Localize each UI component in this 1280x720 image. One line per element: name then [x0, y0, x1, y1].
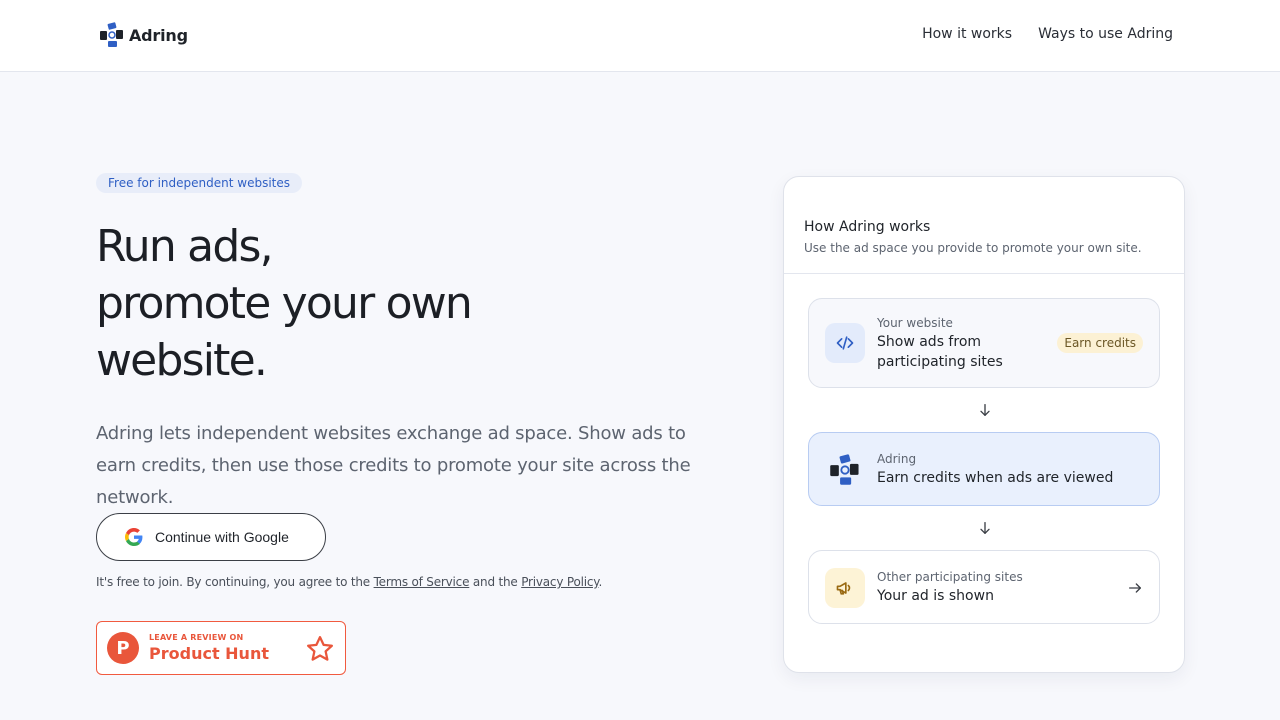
adring-logo-icon [100, 22, 123, 47]
product-hunt-name: Product Hunt [149, 644, 269, 663]
adring-logo-icon [825, 450, 865, 490]
top-nav: How it works Ways to use Adring [922, 26, 1173, 42]
arrow-down-icon [980, 404, 990, 416]
product-hunt-badge[interactable]: P LEAVE A REVIEW ON Product Hunt [96, 621, 346, 675]
step-description: Show ads from participating sites [877, 334, 1003, 370]
card-header: How Adring works Use the ad space you pr… [804, 219, 1142, 255]
terms-prefix: It's free to join. By continuing, you ag… [96, 575, 374, 589]
earn-credits-badge: Earn credits [1057, 333, 1143, 353]
continue-with-google-label: Continue with Google [155, 529, 289, 545]
step-description: Earn credits when ads are viewed [877, 470, 1114, 486]
card-divider [784, 273, 1184, 274]
terms-notice: It's free to join. By continuing, you ag… [96, 575, 602, 589]
nav-ways-to-use[interactable]: Ways to use Adring [1038, 26, 1173, 42]
hero-title-line-3: website. [96, 335, 268, 386]
arrow-down-icon [980, 522, 990, 534]
step-text: Your website Show ads from participating… [877, 316, 1057, 372]
free-badge: Free for independent websites [96, 173, 303, 193]
terms-suffix: . [598, 575, 603, 589]
code-icon [825, 323, 865, 363]
star-icon [307, 636, 333, 661]
logo-text: Adring [129, 25, 188, 45]
site-header: Adring How it works Ways to use Adring [0, 0, 1280, 72]
product-hunt-small-text: LEAVE A REVIEW ON [149, 633, 244, 642]
google-icon [125, 528, 143, 546]
hero-title-line-2: promote your own [96, 278, 473, 329]
card-subtitle: Use the ad space you provide to promote … [804, 241, 1142, 255]
step-adring: Adring Earn credits when ads are viewed [808, 432, 1160, 506]
step-description: Your ad is shown [877, 588, 994, 604]
step-label: Adring [877, 452, 917, 466]
step-other-sites: Other participating sites Your ad is sho… [808, 550, 1160, 624]
hero-title-line-1: Run ads, [96, 221, 274, 272]
terms-middle: and the [469, 575, 522, 589]
card-title: How Adring works [804, 219, 931, 235]
terms-of-service-link[interactable]: Terms of Service [374, 575, 470, 589]
step-text: Other participating sites Your ad is sho… [877, 570, 1023, 606]
hero-subtitle: Adring lets independent websites exchang… [96, 423, 691, 508]
arrow-right-icon[interactable] [1127, 580, 1143, 596]
hero-title: Run ads, promote your own website. [96, 218, 656, 389]
megaphone-icon [825, 568, 865, 608]
product-hunt-letter: P [116, 637, 130, 659]
logo[interactable]: Adring [99, 22, 188, 48]
step-your-website: Your website Show ads from participating… [808, 298, 1160, 388]
step-label: Your website [877, 316, 953, 330]
product-hunt-text: LEAVE A REVIEW ON Product Hunt [149, 633, 269, 663]
continue-with-google-button[interactable]: Continue with Google [96, 513, 326, 561]
step-text: Adring Earn credits when ads are viewed [877, 452, 1113, 488]
product-hunt-logo-icon: P [107, 632, 139, 664]
step-label: Other participating sites [877, 570, 1023, 584]
nav-how-it-works[interactable]: How it works [922, 26, 1012, 42]
privacy-policy-link[interactable]: Privacy Policy [521, 575, 598, 589]
how-it-works-card: How Adring works Use the ad space you pr… [783, 176, 1185, 673]
